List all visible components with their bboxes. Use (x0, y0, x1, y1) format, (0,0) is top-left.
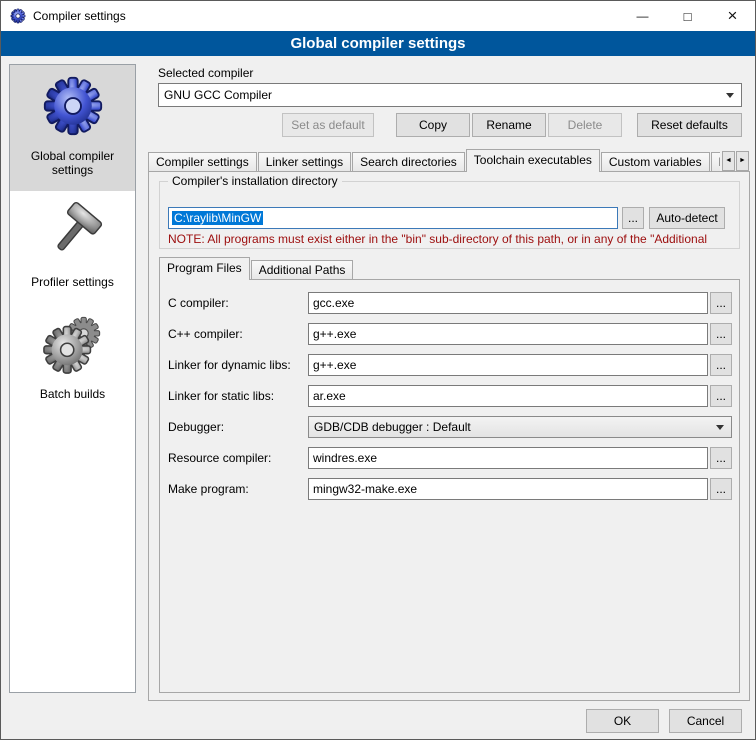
maximize-icon[interactable]: □ (665, 1, 710, 31)
compiler-settings-window: Compiler settings — □ × Global compiler … (0, 0, 756, 740)
resource-compiler-label: Resource compiler: (168, 447, 271, 469)
cancel-button[interactable]: Cancel (669, 709, 742, 733)
sidebar-item-profiler-settings[interactable]: Profiler settings (10, 191, 135, 303)
rename-button[interactable]: Rename (472, 113, 546, 137)
make-program-label: Make program: (168, 478, 249, 500)
settings-category-list: Global compiler settings Profiler settin… (9, 64, 136, 693)
tab-toolchain-executables[interactable]: Toolchain executables (466, 149, 600, 172)
reset-defaults-button[interactable]: Reset defaults (637, 113, 742, 137)
tab-custom-variables[interactable]: Custom variables (601, 152, 710, 171)
selected-compiler-value: GNU GCC Compiler (164, 88, 272, 102)
resource-compiler-input[interactable] (308, 447, 708, 469)
tab-scroll-left-icon[interactable]: ◄ (722, 151, 735, 171)
install-dir-value: C:\raylib\MinGW (172, 211, 263, 225)
dynamic-linker-label: Linker for dynamic libs: (168, 354, 291, 376)
toolchain-executables-panel: Compiler's installation directory C:\ray… (148, 171, 750, 701)
browse-resource-compiler-button[interactable]: ... (710, 447, 732, 469)
group-label: Compiler's installation directory (168, 174, 342, 188)
c-compiler-label: C compiler: (168, 292, 229, 314)
blue-gear-icon (12, 75, 133, 137)
program-files-panel: C compiler: ... C++ compiler: ... Linker… (159, 279, 740, 693)
copy-button[interactable]: Copy (396, 113, 470, 137)
tab-linker-settings[interactable]: Linker settings (258, 152, 351, 171)
sidebar-item-label: Batch builds (12, 387, 133, 401)
debugger-dropdown[interactable]: GDB/CDB debugger : Default (308, 416, 732, 438)
app-gear-icon (10, 8, 26, 24)
profiler-hammer-icon (12, 201, 133, 263)
delete-button[interactable]: Delete (548, 113, 622, 137)
sidebar-item-label: Global compiler settings (12, 149, 133, 177)
browse-cpp-compiler-button[interactable]: ... (710, 323, 732, 345)
program-files-tabs: Program Files Additional Paths (159, 257, 354, 280)
tab-program-files[interactable]: Program Files (159, 257, 250, 280)
tab-build-options-clipped[interactable]: Buil (711, 152, 720, 171)
tab-compiler-settings[interactable]: Compiler settings (148, 152, 257, 171)
set-as-default-button[interactable]: Set as default (282, 113, 374, 137)
debugger-label: Debugger: (168, 416, 224, 438)
window-controls: — □ × (620, 1, 755, 31)
sidebar-item-global-compiler-settings[interactable]: Global compiler settings (10, 65, 135, 191)
static-linker-input[interactable] (308, 385, 708, 407)
titlebar[interactable]: Compiler settings — □ × (1, 1, 755, 31)
browse-make-program-button[interactable]: ... (710, 478, 732, 500)
ok-button[interactable]: OK (586, 709, 659, 733)
window-title: Compiler settings (33, 9, 126, 23)
install-dir-input[interactable]: C:\raylib\MinGW (168, 207, 618, 229)
sidebar-item-label: Profiler settings (12, 275, 133, 289)
minimize-icon[interactable]: — (620, 1, 665, 31)
static-linker-label: Linker for static libs: (168, 385, 274, 407)
dynamic-linker-input[interactable] (308, 354, 708, 376)
gray-gears-icon (12, 313, 133, 375)
note-text: NOTE: All programs must exist either in … (168, 232, 738, 246)
c-compiler-input[interactable] (308, 292, 708, 314)
browse-dynamic-linker-button[interactable]: ... (710, 354, 732, 376)
tab-scroll-right-icon[interactable]: ► (736, 151, 749, 171)
browse-c-compiler-button[interactable]: ... (710, 292, 732, 314)
sidebar-item-batch-builds[interactable]: Batch builds (10, 303, 135, 415)
dialog-header: Global compiler settings (1, 31, 755, 56)
chevron-down-icon (726, 93, 734, 98)
tab-search-directories[interactable]: Search directories (352, 152, 465, 171)
make-program-input[interactable] (308, 478, 708, 500)
cpp-compiler-label: C++ compiler: (168, 323, 243, 345)
cpp-compiler-input[interactable] (308, 323, 708, 345)
browse-static-linker-button[interactable]: ... (710, 385, 732, 407)
autodetect-button[interactable]: Auto-detect (649, 207, 725, 229)
chevron-down-icon (716, 425, 724, 430)
selected-compiler-dropdown[interactable]: GNU GCC Compiler (158, 83, 742, 107)
debugger-value: GDB/CDB debugger : Default (314, 420, 471, 434)
browse-install-dir-button[interactable]: ... (622, 207, 644, 229)
close-icon[interactable]: × (710, 1, 755, 31)
installation-directory-group: Compiler's installation directory C:\ray… (159, 181, 740, 249)
selected-compiler-label: Selected compiler (158, 66, 253, 80)
tab-additional-paths[interactable]: Additional Paths (251, 260, 354, 279)
settings-tabs: Compiler settings Linker settings Search… (148, 149, 720, 172)
